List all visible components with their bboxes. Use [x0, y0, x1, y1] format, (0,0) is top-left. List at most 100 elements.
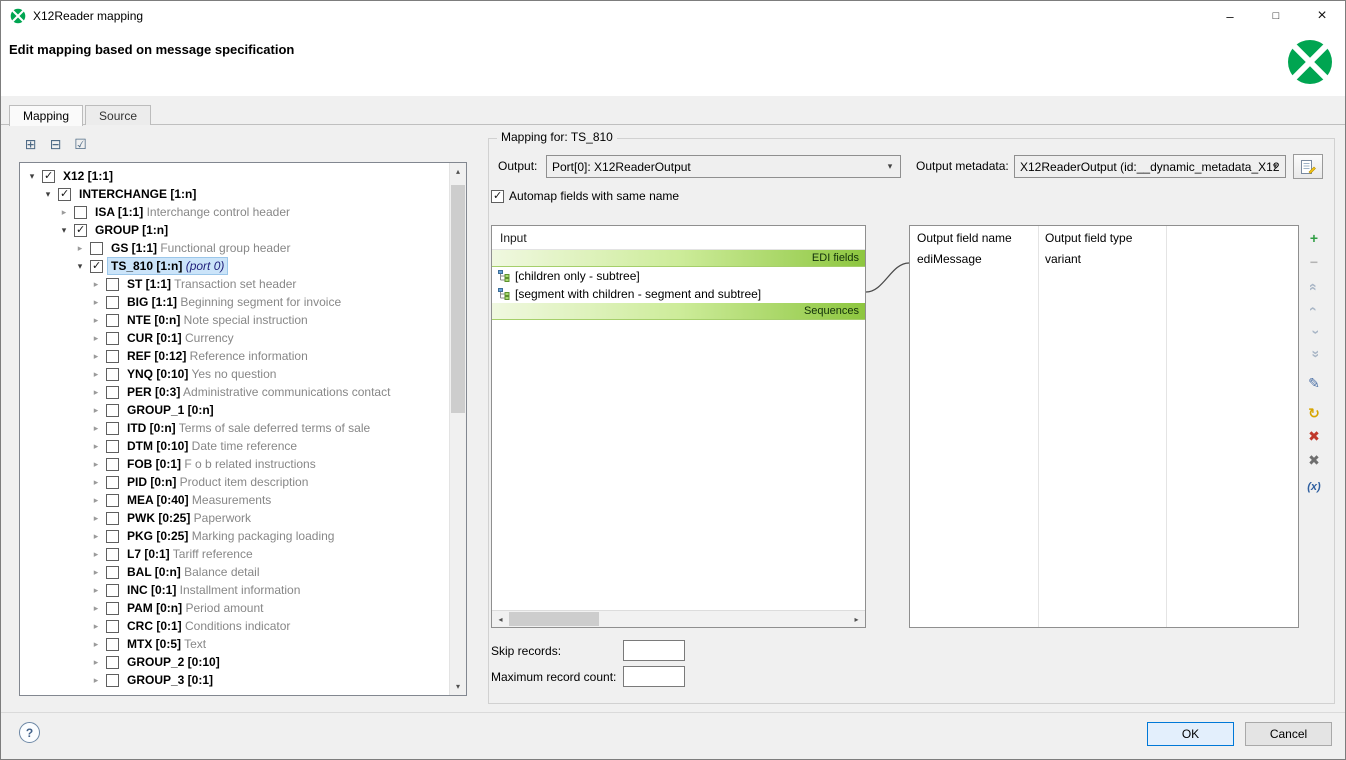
tree-item-label[interactable]: GS [1:1] Functional group header — [108, 240, 293, 256]
tree-item-checkbox[interactable] — [74, 224, 87, 237]
tree-item-label[interactable]: PER [0:3] Administrative communications … — [124, 384, 393, 400]
tree-item-checkbox[interactable] — [106, 548, 119, 561]
tree-item-label[interactable]: PKG [0:25] Marking packaging loading — [124, 528, 337, 544]
tree-row[interactable]: ▸GROUP_3 [0:1] — [20, 671, 449, 689]
tree-item-label[interactable]: ISA [1:1] Interchange control header — [92, 204, 293, 220]
tree-item-label[interactable]: CRC [0:1] Conditions indicator — [124, 618, 293, 634]
tree-row[interactable]: ▸ MTX [0:5] Text — [20, 635, 449, 653]
tree-item-label[interactable]: X12 [1:1] — [60, 168, 116, 184]
tree-item-label[interactable]: CUR [0:1] Currency — [124, 330, 237, 346]
tree-row[interactable]: ▸DTM [0:10] Date time reference — [20, 437, 449, 455]
tree-item-checkbox[interactable] — [106, 296, 119, 309]
tree-item-label[interactable]: GROUP [1:n] — [92, 222, 171, 238]
tree-item-label[interactable]: GROUP_2 [0:10] — [124, 654, 223, 670]
collapse-all-icon[interactable]: ⊟ — [47, 136, 64, 153]
tree-row[interactable]: ▸ YNQ [0:10] Yes no question — [20, 365, 449, 383]
expand-arrow-icon[interactable]: ▸ — [88, 297, 104, 308]
expand-arrow-icon[interactable]: ▸ — [88, 621, 104, 632]
output-field-type-cell[interactable]: variant — [1045, 250, 1081, 269]
tree-item-checkbox[interactable] — [106, 530, 119, 543]
tree-item-checkbox[interactable] — [106, 602, 119, 615]
tree-row[interactable]: ▸MEA [0:40] Measurements — [20, 491, 449, 509]
clear-mapping-icon[interactable]: ✖ — [1304, 426, 1324, 446]
tree-item-checkbox[interactable] — [106, 422, 119, 435]
tree-item-label[interactable]: YNQ [0:10] Yes no question — [124, 366, 279, 382]
tree-item-checkbox[interactable] — [58, 188, 71, 201]
output-metadata-combo[interactable]: X12ReaderOutput (id:__dynamic_metadata_X… — [1014, 155, 1286, 178]
expand-arrow-icon[interactable]: ▸ — [88, 531, 104, 542]
tree-item-checkbox[interactable] — [106, 332, 119, 345]
collapse-arrow-icon[interactable]: ▾ — [40, 189, 56, 200]
collapse-arrow-icon[interactable]: ▾ — [56, 225, 72, 236]
expand-arrow-icon[interactable]: ▸ — [88, 657, 104, 668]
tree-row[interactable]: ▸PER [0:3] Administrative communications… — [20, 383, 449, 401]
tree-item-label[interactable]: PWK [0:25] Paperwork — [124, 510, 254, 526]
tree-row[interactable]: ▸INC [0:1] Installment information — [20, 581, 449, 599]
tree-item-checkbox[interactable] — [106, 620, 119, 633]
tab-mapping[interactable]: Mapping — [9, 105, 83, 126]
tree-item-checkbox[interactable] — [106, 584, 119, 597]
chevron-down-icon[interactable] — [1266, 157, 1284, 176]
minimize-button[interactable]: – — [1207, 1, 1253, 31]
expand-arrow-icon[interactable]: ▸ — [56, 207, 72, 218]
tree-row[interactable]: ▸ PKG [0:25] Marking packaging loading — [20, 527, 449, 545]
cancel-button[interactable]: Cancel — [1245, 722, 1332, 746]
tree-row[interactable]: ▸ ISA [1:1] Interchange control header — [20, 203, 449, 221]
input-horizontal-scrollbar[interactable] — [492, 610, 865, 627]
tree-row[interactable]: ▾ X12 [1:1] — [20, 167, 449, 185]
expand-all-icon[interactable]: ⊞ — [22, 136, 39, 153]
input-scrollbar-thumb[interactable] — [509, 612, 599, 626]
tab-source[interactable]: Source — [85, 105, 151, 125]
tree-item-label[interactable]: ST [1:1] Transaction set header — [124, 276, 299, 292]
tree-row[interactable]: ▸GS [1:1] Functional group header — [20, 239, 449, 257]
tree-item-label[interactable]: ITD [0:n] Terms of sale deferred terms o… — [124, 420, 373, 436]
scroll-up-icon[interactable] — [450, 163, 466, 180]
collapse-arrow-icon[interactable]: ▾ — [24, 171, 40, 182]
tree-item-checkbox[interactable] — [42, 170, 55, 183]
tree-item-label[interactable]: GROUP_1 [0:n] — [124, 402, 217, 418]
tree-item-checkbox[interactable] — [90, 260, 103, 273]
tree-item-checkbox[interactable] — [90, 242, 103, 255]
tree-item-label[interactable]: NTE [0:n] Note special instruction — [124, 312, 311, 328]
tree-row[interactable]: ▸ITD [0:n] Terms of sale deferred terms … — [20, 419, 449, 437]
automap-icon[interactable]: ↻ — [1304, 403, 1324, 423]
tree-item-checkbox[interactable] — [106, 494, 119, 507]
expand-arrow-icon[interactable]: ▸ — [88, 675, 104, 686]
max-record-count-input[interactable] — [623, 666, 685, 687]
expand-arrow-icon[interactable]: ▸ — [88, 585, 104, 596]
expand-arrow-icon[interactable]: ▸ — [88, 333, 104, 344]
tree-row[interactable]: ▸PWK [0:25] Paperwork — [20, 509, 449, 527]
expand-arrow-icon[interactable]: ▸ — [88, 405, 104, 416]
output-field-name-cell[interactable]: ediMessage — [917, 250, 982, 269]
input-item-children-only[interactable]: [children only - subtree] — [492, 267, 865, 285]
tree-item-label[interactable]: PID [0:n] Product item description — [124, 474, 311, 490]
tree-row[interactable]: ▸L7 [0:1] Tariff reference — [20, 545, 449, 563]
tree-item-label[interactable]: MTX [0:5] Text — [124, 636, 209, 652]
expand-arrow-icon[interactable]: ▸ — [88, 603, 104, 614]
tree-item-label[interactable]: TS_810 [1:n] (port 0) — [108, 258, 227, 274]
expand-arrow-icon[interactable]: ▸ — [88, 639, 104, 650]
tree-item-checkbox[interactable] — [106, 350, 119, 363]
expand-arrow-icon[interactable]: ▸ — [88, 279, 104, 290]
tree-row[interactable]: ▾ GROUP [1:n] — [20, 221, 449, 239]
tree-item-checkbox[interactable] — [106, 674, 119, 687]
tree-vertical-scrollbar[interactable] — [449, 163, 466, 695]
expand-arrow-icon[interactable]: ▸ — [88, 549, 104, 560]
tree-item-checkbox[interactable] — [106, 476, 119, 489]
tree-row[interactable]: ▸ CRC [0:1] Conditions indicator — [20, 617, 449, 635]
expand-arrow-icon[interactable]: ▸ — [88, 495, 104, 506]
check-elements-icon[interactable]: ☑ — [72, 136, 89, 153]
tree-item-checkbox[interactable] — [106, 440, 119, 453]
tree-item-label[interactable]: FOB [0:1] F o b related instructions — [124, 456, 319, 472]
expand-arrow-icon[interactable]: ▸ — [88, 369, 104, 380]
tree-row[interactable]: ▸PID [0:n] Product item description — [20, 473, 449, 491]
tree-item-label[interactable]: REF [0:12] Reference information — [124, 348, 311, 364]
tree-item-checkbox[interactable] — [106, 638, 119, 651]
expand-arrow-icon[interactable]: ▸ — [88, 567, 104, 578]
tree-row[interactable]: ▸ GROUP_2 [0:10] — [20, 653, 449, 671]
tree-item-checkbox[interactable] — [106, 404, 119, 417]
tree-item-checkbox[interactable] — [106, 278, 119, 291]
tree-row[interactable]: ▸ CUR [0:1] Currency — [20, 329, 449, 347]
tree-row[interactable]: ▾TS_810 [1:n] (port 0) — [20, 257, 449, 275]
automap-checkbox[interactable] — [491, 190, 504, 203]
